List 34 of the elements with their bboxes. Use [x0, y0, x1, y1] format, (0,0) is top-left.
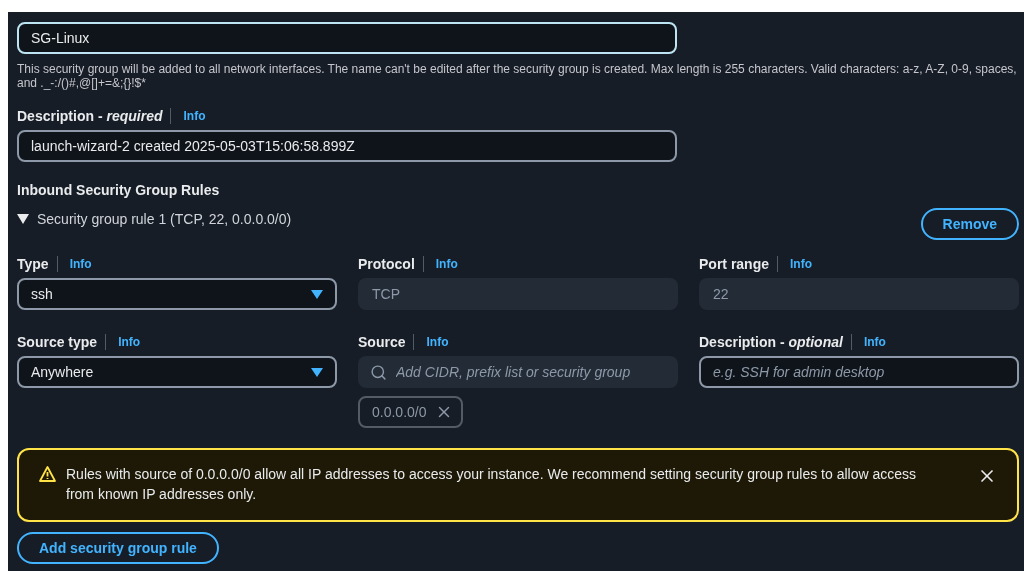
remove-button[interactable]: Remove — [920, 208, 1019, 240]
caret-down-icon — [311, 367, 323, 377]
info-link[interactable]: Info — [183, 109, 206, 123]
alert-text: Rules with source of 0.0.0.0/0 allow all IP addresses to access your instance. We recommend setting security group rules to allow access from known IP addresses only. — [66, 465, 917, 504]
field-label: Source — [358, 334, 406, 350]
caret-down-icon — [311, 289, 323, 299]
description-field[interactable]: launch-wizard-2 created 2025-05-03T15:06:58.899Z — [17, 130, 677, 162]
caret-down-icon — [17, 214, 29, 224]
info-link[interactable]: Info — [426, 335, 449, 349]
select-field[interactable]: Anywhere — [17, 356, 337, 388]
helper-text: This security group will be added to all network interfaces. The name can't be edited after the security group is created. Max length is 255 characters. Valid characters: a-z, A-Z, 0-9, spaces, and ._-:/()#,@[]+=&;{}!$* — [17, 62, 1018, 90]
name-field[interactable]: SG-Linux — [17, 22, 677, 54]
token-chip: 0.0.0.0/0 — [358, 396, 463, 428]
disabled-field: 22 — [699, 278, 1019, 310]
info-link[interactable]: Info — [790, 257, 812, 271]
info-link[interactable]: Info — [118, 335, 141, 349]
field-label: Port range — [699, 256, 769, 272]
field-label: Type — [17, 256, 49, 272]
info-link[interactable]: Info — [69, 257, 92, 271]
info-link[interactable]: Info — [435, 257, 458, 271]
disabled-field: TCP — [358, 278, 678, 310]
search-icon — [370, 364, 387, 381]
field-label: Description - optional — [699, 334, 843, 350]
add-rule-button[interactable]: Add security group rule — [17, 532, 219, 564]
input-field[interactable]: e.g. SSH for admin desktop — [699, 356, 1019, 388]
rule-expander[interactable]: Security group rule 1 (TCP, 22, 0.0.0.0/0) — [17, 211, 292, 227]
section-heading: Inbound Security Group Rules — [17, 182, 221, 198]
select-field[interactable]: ssh — [17, 278, 337, 310]
field-label: Source type — [17, 334, 98, 350]
field-label: Protocol — [358, 256, 415, 272]
field-label: Description - required — [17, 108, 163, 124]
warning-icon — [39, 466, 56, 482]
search-field[interactable]: Add CIDR, prefix list or security group — [358, 356, 678, 388]
info-link[interactable]: Info — [863, 335, 886, 349]
